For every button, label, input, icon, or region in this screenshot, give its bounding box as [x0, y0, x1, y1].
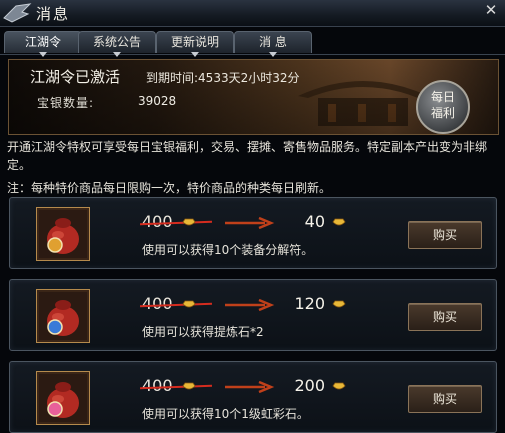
silver-label: 宝银数量: [37, 96, 95, 110]
tab-update-notes[interactable]: 更新说明 [156, 31, 234, 57]
tab-label: 系统公告 [92, 35, 141, 49]
tab-indicator-icon [113, 52, 121, 57]
item-slot[interactable] [36, 371, 90, 425]
ingot-icon [332, 382, 346, 390]
sale-price: 120 [294, 294, 325, 313]
purchase-note: 注：每种特价商品每日限购一次，特价商品的种类每日刷新。 [7, 181, 332, 195]
active-tab-indicator-icon [39, 52, 47, 57]
arrow-icon [225, 380, 275, 394]
red-bag-icon [47, 300, 79, 336]
tab-messages[interactable]: 消 息 [234, 31, 312, 57]
tab-label: 消 息 [259, 35, 287, 49]
tab-label: 江湖令 [24, 35, 61, 49]
tab-bar: 江湖令 系统公告 更新说明 消 息 [0, 28, 505, 57]
window-title: 消息 [36, 5, 71, 23]
close-icon[interactable]: ✕ [483, 1, 499, 19]
tab-indicator-icon [191, 52, 199, 57]
red-bag-icon [47, 382, 79, 418]
ingot-icon [332, 300, 346, 308]
ingot-icon [332, 218, 346, 226]
window-ornament-icon [3, 3, 32, 23]
tab-indicator-icon [269, 52, 277, 57]
silver-value: 39028 [138, 94, 177, 108]
item-badge-icon [47, 237, 63, 253]
arrow-icon [225, 298, 275, 312]
shop-item-row: 400 120 使用可以获得提炼石*2 购买 [9, 279, 497, 351]
tab-label: 更新说明 [170, 35, 219, 49]
buy-button[interactable]: 购买 [408, 385, 482, 413]
buy-button[interactable]: 购买 [408, 303, 482, 331]
window-titlebar: 消息 ✕ [0, 0, 505, 27]
sale-price: 40 [304, 212, 325, 231]
item-description: 使用可以获得提炼石*2 [142, 325, 264, 339]
shop-item-row: 400 40 使用可以获得10个装备分解符。 购买 [9, 197, 497, 269]
item-slot[interactable] [36, 207, 90, 261]
item-description: 使用可以获得10个装备分解符。 [142, 243, 314, 257]
buy-button[interactable]: 购买 [408, 221, 482, 249]
privilege-description: 开通江湖令特权可享受每日宝银福利，交易、摆摊、寄售物品服务。特定副本产出变为非绑… [7, 140, 488, 172]
item-badge-icon [47, 401, 63, 417]
seal-label: 每日 福利 [418, 89, 468, 121]
ingot-icon [182, 300, 196, 308]
tab-jianghuling[interactable]: 江湖令 [4, 31, 82, 57]
tab-system-announcement[interactable]: 系统公告 [78, 31, 156, 57]
seal-line-2: 福利 [430, 106, 455, 120]
item-description: 使用可以获得10个1级虹彩石。 [142, 407, 309, 421]
ingot-icon [182, 382, 196, 390]
ingot-icon [182, 218, 196, 226]
seal-line-1: 每日 [430, 90, 455, 104]
daily-welfare-button[interactable]: 每日 福利 [416, 80, 470, 134]
activation-status: 江湖令已激活 [30, 68, 121, 86]
red-bag-icon [47, 218, 79, 254]
arrow-icon [225, 216, 275, 230]
item-badge-icon [47, 319, 63, 335]
expire-time: 到期时间:4533天2小时32分 [146, 71, 300, 85]
item-slot[interactable] [36, 289, 90, 343]
sale-price: 200 [294, 376, 325, 395]
shop-item-row: 400 200 使用可以获得10个1级虹彩石。 购买 [9, 361, 497, 433]
